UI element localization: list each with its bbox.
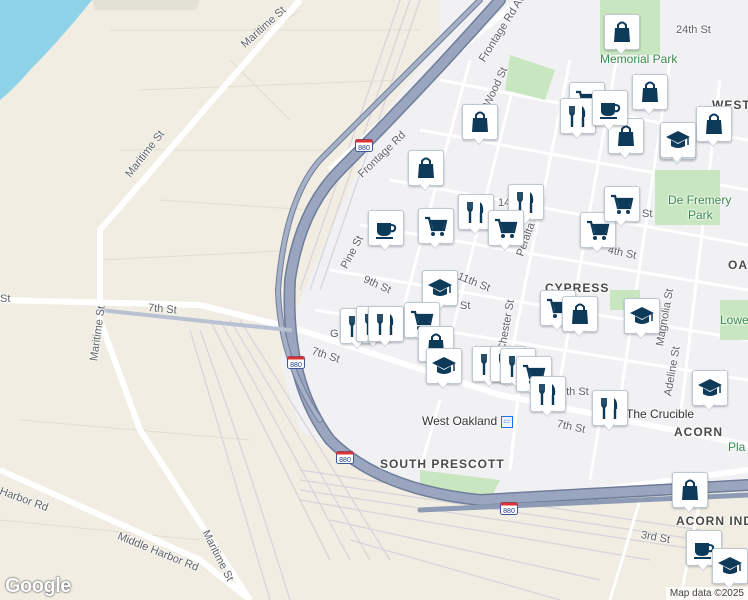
school-icon	[432, 357, 456, 374]
park-label: Park	[688, 208, 713, 222]
shopping-bag-marker[interactable]	[696, 106, 732, 146]
coffee-marker[interactable]	[592, 90, 628, 130]
neighborhood-label: ACORN INDUSTRIAL	[676, 514, 748, 528]
pier	[92, 0, 200, 10]
street-label: St	[460, 300, 471, 312]
neighborhood-label: ACORN	[674, 425, 723, 439]
shopping-bag-icon	[642, 81, 658, 102]
svg-text:880: 880	[290, 362, 302, 369]
restaurant-marker[interactable]	[560, 98, 596, 138]
street-label: St	[642, 208, 653, 220]
shopping-cart-icon	[611, 194, 634, 214]
school-marker[interactable]	[712, 548, 748, 588]
school-marker[interactable]	[692, 370, 728, 410]
restaurant-marker[interactable]	[592, 390, 628, 430]
coffee-icon	[376, 223, 397, 239]
school-icon	[428, 279, 452, 296]
svg-text:880: 880	[358, 145, 370, 152]
restaurant-icon	[601, 398, 618, 419]
school-icon	[630, 307, 654, 324]
shopping-bag-icon	[614, 21, 630, 42]
shopping-bag-marker[interactable]	[408, 150, 444, 190]
school-marker[interactable]	[660, 122, 696, 162]
shopping-bag-marker[interactable]	[632, 74, 668, 114]
neighborhood-label: OA	[728, 258, 748, 272]
google-logo: Google	[5, 575, 71, 597]
street-label: 24th St	[676, 24, 711, 36]
place-label: The Crucible	[626, 407, 695, 421]
shopping-bag-icon	[472, 111, 488, 132]
shopping-bag-icon	[706, 113, 722, 134]
map-canvas[interactable]: 880 880 880 880 Maritime St Maritime St …	[0, 0, 748, 600]
station-label: West Oakland ▭	[422, 414, 513, 428]
interstate-880-shield: 880	[336, 451, 354, 464]
map-attribution[interactable]: Map data ©2025	[665, 587, 748, 600]
street-label: St	[0, 293, 11, 305]
coffee-icon	[600, 103, 621, 119]
school-marker[interactable]	[624, 298, 660, 338]
shopping-bag-marker[interactable]	[462, 104, 498, 144]
shopping-cart-marker[interactable]	[604, 186, 640, 226]
restaurant-icon	[569, 106, 586, 127]
park-label: De Fremery	[668, 193, 732, 207]
shopping-bag-marker[interactable]	[562, 296, 598, 336]
svg-text:880: 880	[339, 457, 351, 464]
park-label: Pla	[728, 440, 746, 454]
transit-station-icon: ▭	[500, 415, 513, 428]
shopping-bag-icon	[418, 157, 434, 178]
shopping-cart-marker[interactable]	[418, 208, 454, 248]
school-marker[interactable]	[426, 348, 462, 388]
shopping-bag-marker[interactable]	[604, 14, 640, 54]
shopping-cart-icon	[495, 218, 518, 238]
shopping-bag-marker[interactable]	[672, 472, 708, 512]
restaurant-marker[interactable]	[458, 194, 494, 234]
shopping-cart-marker[interactable]	[488, 210, 524, 250]
shopping-bag-icon	[682, 479, 698, 500]
neighborhood-label: SOUTH PRESCOTT	[380, 457, 505, 471]
svg-text:880: 880	[503, 508, 515, 515]
school-icon	[666, 131, 690, 148]
park-label: Lowe	[720, 313, 748, 327]
school-icon	[698, 379, 722, 396]
park-label: Memorial Park	[600, 52, 678, 66]
restaurant-marker[interactable]	[368, 306, 404, 346]
restaurant-icon	[539, 384, 556, 405]
coffee-marker[interactable]	[368, 210, 404, 250]
school-icon	[718, 557, 742, 574]
restaurant-marker[interactable]	[530, 376, 566, 416]
interstate-880-shield: 880	[355, 139, 373, 152]
restaurant-icon	[377, 314, 394, 335]
interstate-880-shield: 880	[287, 356, 305, 369]
street-label: G	[330, 328, 339, 340]
shopping-bag-icon	[572, 303, 588, 324]
interstate-880-shield: 880	[500, 502, 518, 515]
shopping-cart-icon	[425, 216, 448, 236]
street-label: 7th St	[147, 302, 178, 317]
station-name: West Oakland	[422, 414, 498, 428]
restaurant-icon	[467, 202, 484, 223]
